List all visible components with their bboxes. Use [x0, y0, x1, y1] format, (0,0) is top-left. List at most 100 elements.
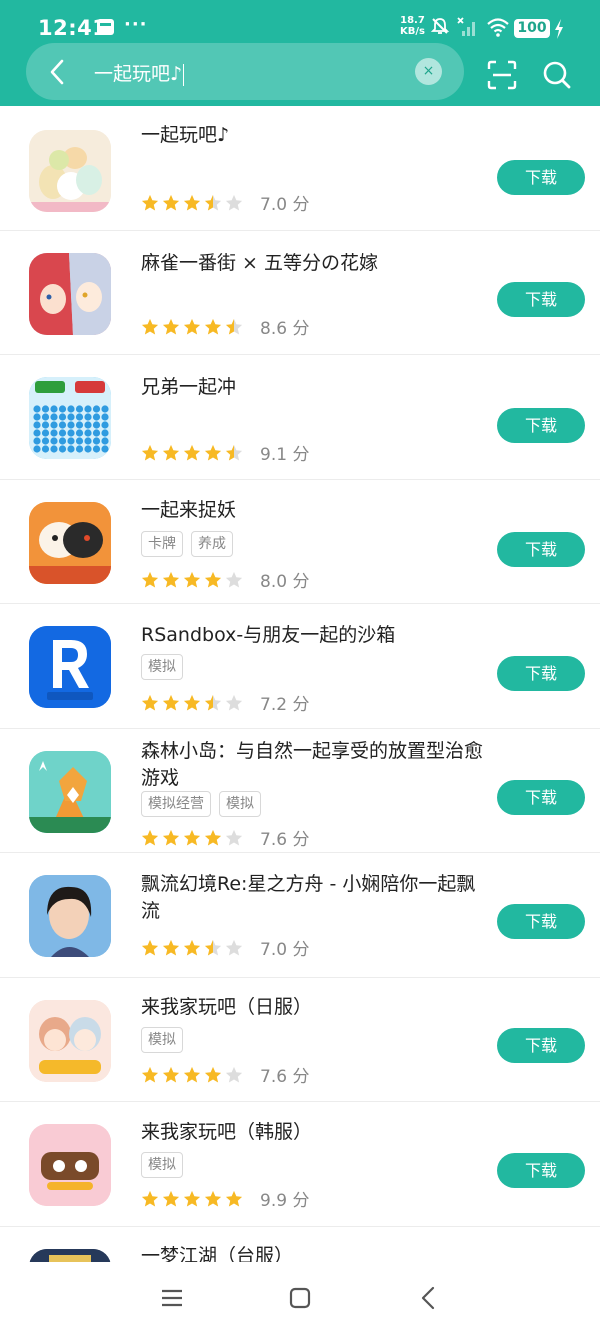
- search-input[interactable]: 一起玩吧♪: [94, 59, 185, 86]
- star-icon: [225, 939, 243, 956]
- search-query-text: 一起玩吧♪: [94, 63, 183, 85]
- star-icon: [204, 318, 222, 335]
- download-button[interactable]: 下载: [497, 1153, 585, 1188]
- star-icon: [162, 194, 180, 211]
- category-tag: 卡牌: [141, 531, 183, 557]
- chibi-couple-icon[interactable]: [29, 999, 111, 1082]
- star-icon: [162, 694, 180, 711]
- app-tags: 模拟: [141, 1152, 183, 1178]
- download-button[interactable]: 下载: [497, 408, 585, 443]
- app-name[interactable]: 一起玩吧♪: [141, 122, 486, 149]
- star-icon: [183, 444, 201, 461]
- rating-score: 8.0 分: [260, 572, 310, 592]
- app-list-item[interactable]: 麻雀一番街 × 五等分の花嫁 8.6 分 下载: [0, 231, 600, 355]
- status-bar: 12:41 ··· 18.7 KB/s 100: [0, 0, 600, 40]
- rating-score: 9.9 分: [260, 1191, 310, 1211]
- app-name[interactable]: 森林小岛：与自然一起享受的放置型治愈游戏: [141, 738, 486, 792]
- crowd-runner-icon[interactable]: [29, 377, 111, 459]
- star-icon: [204, 1190, 222, 1207]
- fox-icon[interactable]: [29, 750, 111, 833]
- star-icon: [204, 194, 222, 211]
- rsandbox-icon[interactable]: [29, 626, 111, 708]
- app-name[interactable]: RSandbox-与朋友一起的沙箱: [141, 622, 486, 649]
- star-icon: [141, 694, 159, 711]
- star-icon: [162, 1066, 180, 1083]
- star-icon: [183, 571, 201, 588]
- back-nav-icon[interactable]: [417, 1286, 441, 1310]
- app-rating: 9.1 分: [141, 440, 309, 465]
- rating-score: 7.6 分: [260, 1067, 310, 1087]
- star-icon: [204, 694, 222, 711]
- app-name[interactable]: 麻雀一番街 × 五等分の花嫁: [141, 250, 486, 277]
- search-icon[interactable]: [542, 60, 572, 90]
- app-rating: 7.0 分: [141, 935, 309, 960]
- app-list-item[interactable]: 一起来捉妖卡牌 养成 8.0 分 下载: [0, 480, 600, 604]
- star-icon: [141, 444, 159, 461]
- app-list-item[interactable]: 飘流幻境Re:星之方舟 - 小娴陪你一起飘流 7.0 分 下载: [0, 853, 600, 978]
- star-icon: [225, 1190, 243, 1207]
- app-name[interactable]: 来我家玩吧（韩服）: [141, 1119, 486, 1146]
- app-name[interactable]: 兄弟一起冲: [141, 374, 486, 401]
- sumikko-icon[interactable]: [29, 130, 111, 212]
- anime-girls-icon[interactable]: [29, 252, 111, 335]
- star-icon: [225, 318, 243, 335]
- more-notifications-icon: ···: [124, 14, 148, 35]
- app-list-item[interactable]: 来我家玩吧（日服） 模拟 7.6 分 下载: [0, 978, 600, 1102]
- app-list-item[interactable]: 森林小岛：与自然一起享受的放置型治愈游戏 模拟经营 模拟 7.6 分 下载: [0, 729, 600, 853]
- search-bar[interactable]: 一起玩吧♪ ×: [26, 43, 464, 100]
- download-button[interactable]: 下载: [497, 160, 585, 195]
- rating-score: 7.2 分: [260, 695, 310, 715]
- mute-bell-icon: [430, 18, 450, 34]
- portrait-icon[interactable]: [29, 875, 111, 957]
- star-icon: [141, 194, 159, 211]
- download-button[interactable]: 下载: [497, 1028, 585, 1063]
- app-name[interactable]: 一起来捉妖: [141, 497, 486, 524]
- rating-score: 8.6 分: [260, 319, 310, 339]
- signal-icon: [457, 17, 475, 36]
- download-button[interactable]: 下载: [497, 904, 585, 939]
- system-nav-bar: [0, 1262, 600, 1333]
- app-rating: 8.6 分: [141, 314, 309, 339]
- back-icon[interactable]: [46, 58, 68, 86]
- star-icon: [183, 1190, 201, 1207]
- korean-logo-icon[interactable]: [29, 1124, 111, 1206]
- app-list-item[interactable]: RSandbox-与朋友一起的沙箱 模拟 7.2 分 下载: [0, 604, 600, 729]
- star-icon: [183, 939, 201, 956]
- star-icon: [141, 1190, 159, 1207]
- star-icon: [225, 694, 243, 711]
- monster-icon[interactable]: [29, 501, 111, 584]
- star-icon: [162, 318, 180, 335]
- star-icon: [141, 1066, 159, 1083]
- star-icon: [141, 829, 159, 846]
- battery-indicator: 100: [514, 19, 550, 38]
- category-tag: 养成: [191, 531, 233, 557]
- star-icon: [162, 829, 180, 846]
- app-tags: 卡牌 养成: [141, 531, 233, 557]
- star-icon: [225, 1066, 243, 1083]
- download-button[interactable]: 下载: [497, 282, 585, 317]
- rating-score: 7.0 分: [260, 195, 310, 215]
- app-list-item[interactable]: 一起玩吧♪ 7.0 分 下载: [0, 106, 600, 231]
- star-icon: [204, 939, 222, 956]
- home-icon[interactable]: [288, 1286, 312, 1310]
- scan-icon[interactable]: [487, 60, 517, 90]
- app-list-item[interactable]: 兄弟一起冲 9.1 分 下载: [0, 355, 600, 480]
- menu-icon[interactable]: [160, 1286, 184, 1310]
- text-caret: [183, 63, 185, 86]
- app-rating: 9.9 分: [141, 1186, 309, 1211]
- clear-search-button[interactable]: ×: [415, 58, 442, 85]
- wifi-icon: [487, 18, 509, 37]
- download-button[interactable]: 下载: [497, 780, 585, 815]
- app-rating: 7.6 分: [141, 825, 309, 850]
- app-rating: 8.0 分: [141, 567, 309, 592]
- app-name[interactable]: 来我家玩吧（日服）: [141, 994, 486, 1021]
- app-list-item[interactable]: 来我家玩吧（韩服） 模拟 9.9 分 下载: [0, 1102, 600, 1227]
- download-button[interactable]: 下载: [497, 532, 585, 567]
- rating-score: 7.6 分: [260, 830, 310, 850]
- app-tags: 模拟: [141, 1027, 183, 1053]
- star-icon: [204, 829, 222, 846]
- star-icon: [141, 939, 159, 956]
- app-name[interactable]: 飘流幻境Re:星之方舟 - 小娴陪你一起飘流: [141, 871, 486, 925]
- app-rating: 7.0 分: [141, 190, 309, 215]
- download-button[interactable]: 下载: [497, 656, 585, 691]
